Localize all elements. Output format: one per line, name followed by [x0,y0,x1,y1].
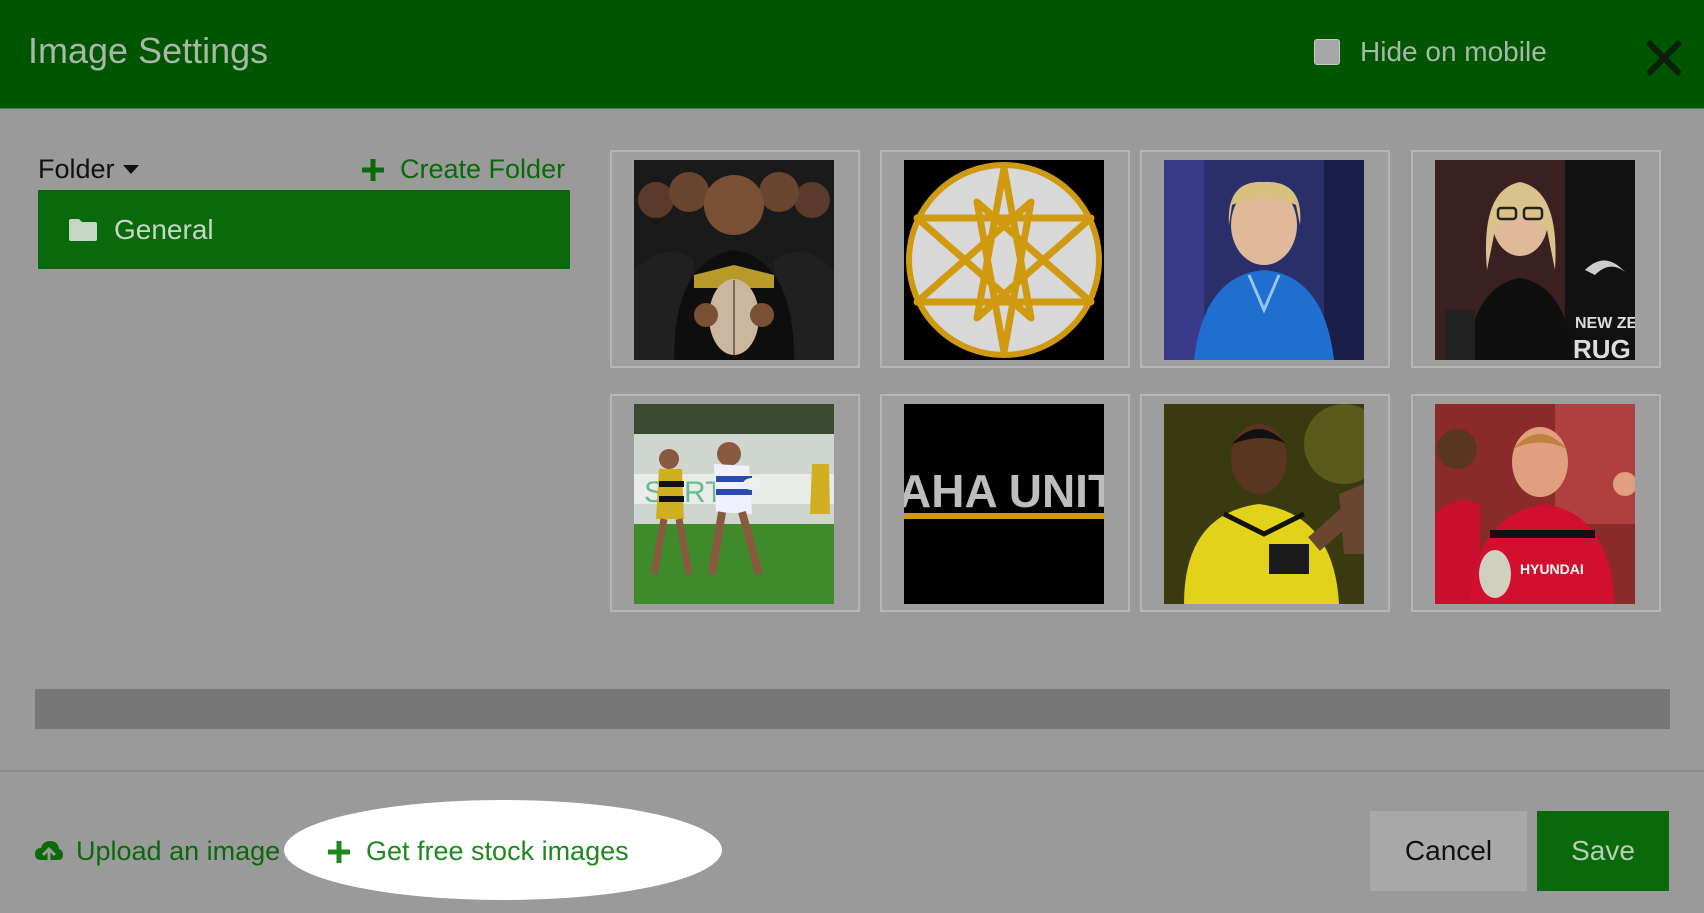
dialog-header: Image Settings Hide on mobile [0,0,1704,109]
image-womens-rugby-match: SERTO [634,404,834,604]
folder-item-label: General [114,213,214,245]
svg-text:NEW ZE: NEW ZE [1575,315,1635,332]
upload-progress-bar [35,689,1670,729]
gallery-image[interactable] [1140,394,1390,612]
hide-on-mobile-label: Hide on mobile [1360,36,1547,67]
gallery-image[interactable]: NEW ZE RUG [1411,150,1661,368]
svg-text:RUG: RUG [1573,334,1631,360]
hide-on-mobile-toggle[interactable]: Hide on mobile [1314,36,1547,68]
folder-dropdown-label: Folder [38,154,115,184]
image-woman-glasses-rugby: NEW ZE RUG [1435,160,1635,360]
dialog-title: Image Settings [28,30,269,71]
gallery-image[interactable] [880,150,1130,368]
gallery-image[interactable] [610,150,860,368]
get-stock-images-button[interactable]: Get free stock images [326,836,629,867]
cloud-upload-icon [35,840,63,864]
upload-image-button[interactable]: Upload an image [34,836,280,867]
create-folder-label: Create Folder [400,154,566,184]
close-icon[interactable] [1644,38,1684,78]
upload-image-label: Upload an image [76,836,281,866]
gallery-image[interactable]: HYUNDAI [1411,394,1661,612]
cancel-button[interactable]: Cancel [1370,811,1527,891]
save-button[interactable]: Save [1537,811,1669,891]
plus-icon [328,840,350,863]
image-rugby-team [634,160,834,360]
image-woman-blue-blouse [1164,160,1364,360]
aha-united-text: AHA UNIT [904,465,1104,517]
caret-down-icon [122,165,139,174]
image-rugby-player-yellow [1164,404,1364,604]
svg-text:HYUNDAI: HYUNDAI [1520,561,1584,577]
folder-dropdown[interactable]: Folder [38,154,139,185]
folder-icon [69,218,97,241]
footer-divider [0,770,1704,772]
image-aha-united-logo: AHA UNIT [904,404,1104,604]
image-rugby-players-red: HYUNDAI [1435,404,1635,604]
gallery-image[interactable] [1140,150,1390,368]
gallery-image[interactable]: SERTO [610,394,860,612]
folder-item-general[interactable]: General [38,190,570,269]
get-stock-images-label: Get free stock images [366,836,629,866]
plus-icon [362,158,384,181]
image-gold-star-logo [904,160,1104,360]
hide-on-mobile-checkbox[interactable] [1314,39,1340,65]
gallery-image[interactable]: AHA UNIT [880,394,1130,612]
create-folder-button[interactable]: Create Folder [360,154,565,185]
